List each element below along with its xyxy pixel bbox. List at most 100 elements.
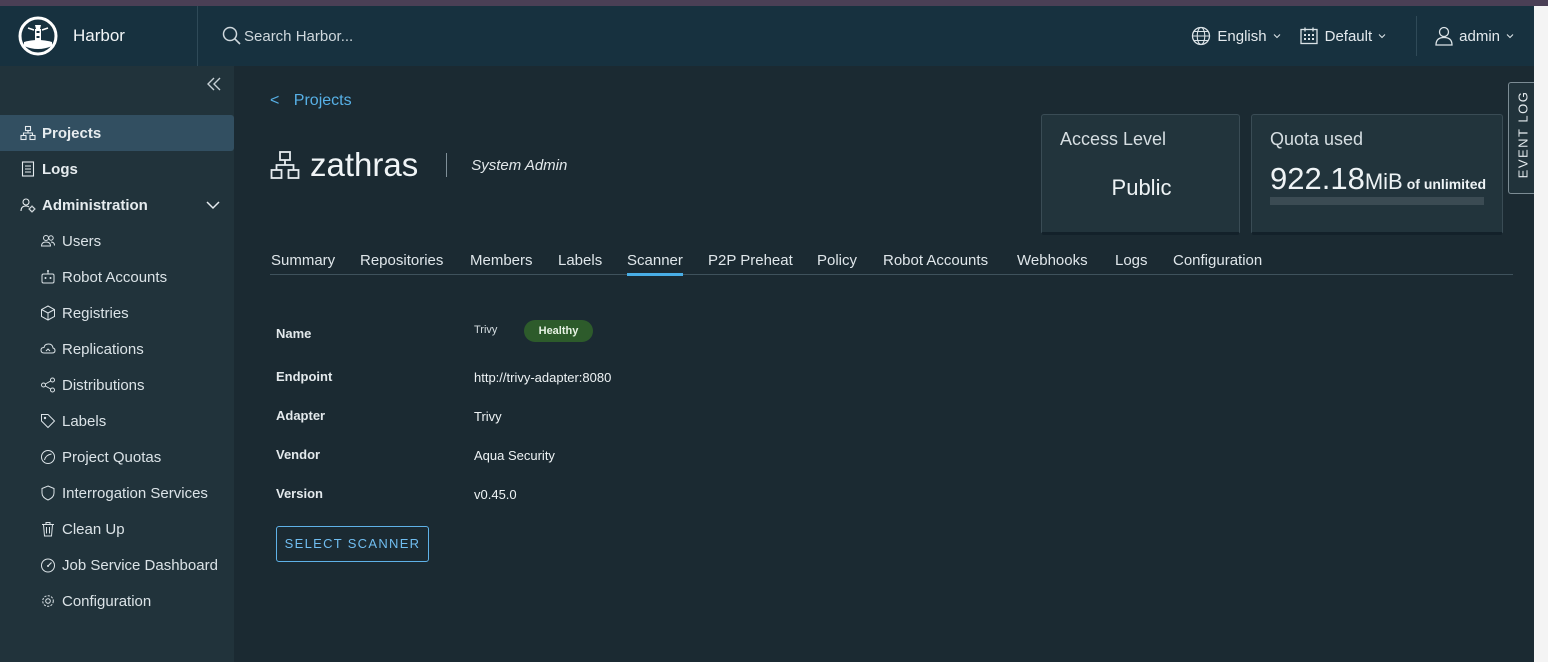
sidebar-item-logs[interactable]: Logs bbox=[0, 151, 234, 187]
back-arrow-icon: < bbox=[270, 92, 280, 109]
project-role: System Admin bbox=[471, 156, 568, 174]
sidebar-item-administration[interactable]: Administration bbox=[0, 187, 234, 223]
adapter-value: Trivy bbox=[474, 409, 502, 424]
quota-progress-bar bbox=[1270, 197, 1484, 205]
status-badge: Healthy bbox=[524, 320, 593, 342]
collapse-sidebar-icon[interactable] bbox=[206, 76, 222, 92]
sidebar-item-robot-accounts[interactable]: Robot Accounts bbox=[0, 259, 234, 295]
chevron-down-icon bbox=[1273, 34, 1280, 39]
quotas-icon bbox=[41, 450, 55, 464]
sidebar-item-job-service-dashboard[interactable]: Job Service Dashboard bbox=[0, 547, 234, 583]
chevron-down-icon bbox=[1378, 34, 1386, 39]
header-actions: English Default admin bbox=[1191, 6, 1534, 66]
tab-configuration[interactable]: Configuration bbox=[1173, 252, 1262, 269]
search-placeholder: Search Harbor... bbox=[244, 27, 354, 45]
tab-repositories[interactable]: Repositories bbox=[360, 252, 443, 269]
main-content: < Projects zathras System Admin Access L… bbox=[234, 66, 1534, 662]
replications-icon bbox=[40, 343, 56, 354]
administration-icon bbox=[20, 198, 36, 213]
sidebar-item-label: Project Quotas bbox=[62, 448, 162, 466]
username: admin bbox=[1459, 27, 1500, 45]
endpoint-label: Endpoint bbox=[276, 369, 333, 384]
sidebar-item-replications[interactable]: Replications bbox=[0, 331, 234, 367]
event-log-toggle[interactable]: EVENT LOG bbox=[1508, 82, 1534, 194]
gear-icon bbox=[42, 595, 54, 607]
trash-icon bbox=[42, 522, 54, 537]
sidebar-item-label: Job Service Dashboard bbox=[62, 556, 218, 574]
project-tabs: Summary Repositories Members Labels Scan… bbox=[270, 244, 1513, 276]
sidebar-item-interrogation-services[interactable]: Interrogation Services bbox=[0, 475, 234, 511]
tab-p2p-preheat[interactable]: P2P Preheat bbox=[708, 252, 793, 269]
logs-icon bbox=[21, 161, 35, 177]
sidebar-item-users[interactable]: Users bbox=[0, 223, 234, 259]
tab-members[interactable]: Members bbox=[470, 252, 533, 269]
sidebar-item-label: Registries bbox=[62, 304, 129, 322]
sidebar-item-label: Administration bbox=[42, 196, 148, 214]
select-scanner-button[interactable]: SELECT SCANNER bbox=[276, 526, 429, 562]
sidebar-item-projects[interactable]: Projects bbox=[0, 115, 234, 151]
sidebar-item-label: Distributions bbox=[62, 376, 145, 394]
version-value: v0.45.0 bbox=[474, 487, 517, 502]
tab-policy[interactable]: Policy bbox=[817, 252, 857, 269]
dashboard-icon bbox=[41, 558, 55, 573]
labels-icon bbox=[41, 414, 56, 429]
language-dropdown[interactable]: English bbox=[1191, 26, 1280, 46]
brand[interactable]: Harbor bbox=[0, 6, 198, 66]
access-level-value: Public bbox=[1111, 175, 1172, 200]
calendar-icon bbox=[1299, 27, 1318, 45]
sidebar-item-labels[interactable]: Labels bbox=[0, 403, 234, 439]
search-icon bbox=[222, 26, 241, 45]
tab-scanner[interactable]: Scanner bbox=[627, 252, 683, 276]
top-header: Harbor Search Harbor... English Default … bbox=[0, 6, 1534, 66]
user-icon bbox=[1435, 26, 1453, 46]
sidebar-item-clean-up[interactable]: Clean Up bbox=[0, 511, 234, 547]
access-level-card: Access Level Public bbox=[1041, 114, 1240, 235]
breadcrumb-label: Projects bbox=[293, 92, 352, 109]
scanner-name-label: Name bbox=[276, 326, 312, 341]
sidebar-item-label: Interrogation Services bbox=[62, 484, 208, 502]
version-label: Version bbox=[276, 486, 323, 501]
sidebar-item-label: Replications bbox=[62, 340, 144, 358]
projects-icon bbox=[20, 125, 36, 141]
sidebar-item-label: Logs bbox=[42, 160, 78, 178]
chevron-down-icon bbox=[206, 201, 220, 210]
tab-summary[interactable]: Summary bbox=[271, 252, 335, 269]
breadcrumb-projects[interactable]: < Projects bbox=[270, 92, 352, 110]
adapter-label: Adapter bbox=[276, 408, 326, 423]
window-right-strip bbox=[1534, 6, 1548, 662]
sidebar-item-label: Robot Accounts bbox=[62, 268, 168, 286]
language-label: English bbox=[1217, 27, 1267, 45]
timezone-dropdown[interactable]: Default bbox=[1299, 26, 1387, 46]
user-menu[interactable]: admin bbox=[1435, 26, 1514, 46]
shield-icon bbox=[41, 485, 55, 501]
app-name: Harbor bbox=[73, 26, 125, 45]
global-search[interactable]: Search Harbor... bbox=[222, 26, 353, 46]
project-name: zathras bbox=[310, 146, 419, 183]
registries-icon bbox=[41, 305, 55, 321]
project-header: zathras System Admin bbox=[270, 146, 567, 184]
sidebar-item-registries[interactable]: Registries bbox=[0, 295, 234, 331]
header-divider bbox=[1416, 16, 1418, 56]
sidebar-item-label: Projects bbox=[42, 124, 102, 142]
tab-logs[interactable]: Logs bbox=[1115, 252, 1148, 269]
tab-labels[interactable]: Labels bbox=[558, 252, 602, 269]
harbor-logo-icon bbox=[18, 16, 58, 56]
distributions-icon bbox=[41, 377, 55, 393]
sidebar: Projects Logs Administration Users Robot… bbox=[0, 66, 234, 662]
timezone-label: Default bbox=[1324, 27, 1373, 45]
vendor-value: Aqua Security bbox=[474, 448, 555, 463]
tab-robot-accounts[interactable]: Robot Accounts bbox=[883, 252, 988, 269]
quota-unit: MiB bbox=[1364, 169, 1403, 194]
sidebar-item-label: Users bbox=[62, 232, 102, 250]
harbor-app: Harbor Search Harbor... English Default … bbox=[0, 6, 1534, 662]
sidebar-item-distributions[interactable]: Distributions bbox=[0, 367, 234, 403]
sidebar-item-project-quotas[interactable]: Project Quotas bbox=[0, 439, 234, 475]
event-log-label: EVENT LOG bbox=[1515, 90, 1531, 179]
endpoint-value: http://trivy-adapter:8080 bbox=[474, 370, 612, 385]
scanner-name-value: Trivy bbox=[474, 324, 498, 336]
globe-icon bbox=[1192, 26, 1211, 46]
vendor-label: Vendor bbox=[276, 447, 321, 462]
quota-title: Quota used bbox=[1270, 129, 1364, 149]
sidebar-item-configuration[interactable]: Configuration bbox=[0, 583, 234, 619]
tab-webhooks[interactable]: Webhooks bbox=[1017, 252, 1088, 269]
